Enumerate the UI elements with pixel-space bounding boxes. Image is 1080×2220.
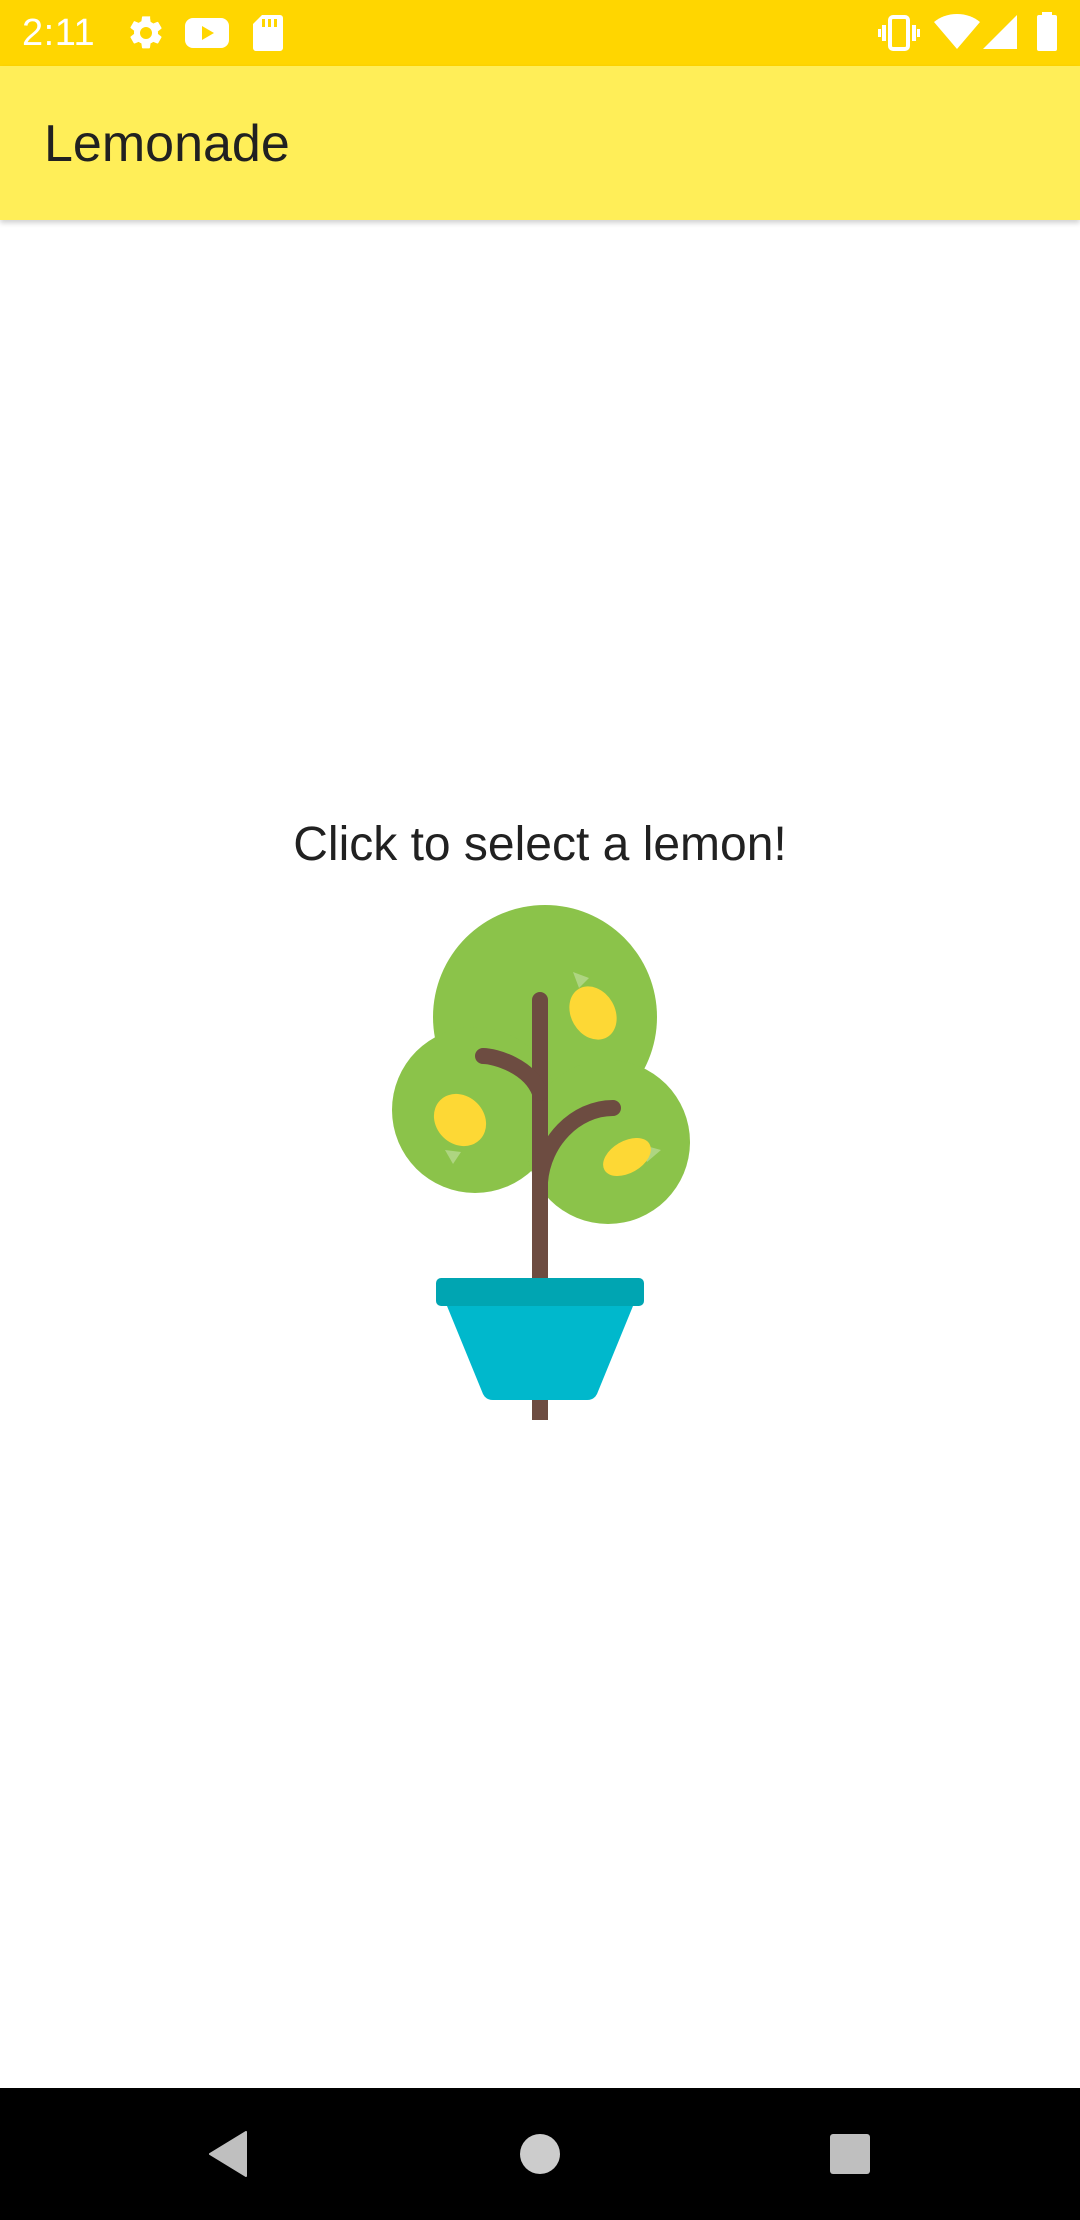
back-icon: [209, 2131, 247, 2177]
sd-card-icon: [252, 14, 284, 56]
lemon-tree-image-button[interactable]: [375, 900, 705, 1420]
lemon-tree-icon: [392, 905, 690, 1420]
navigation-bar: [0, 2088, 1080, 2220]
status-time: 2:11: [22, 12, 96, 54]
home-button[interactable]: [504, 2118, 576, 2190]
back-button[interactable]: [196, 2118, 268, 2190]
main-content: Click to select a lemon!: [0, 220, 1080, 2088]
app-title: Lemonade: [44, 115, 290, 173]
signal-icon: [982, 14, 1018, 56]
youtube-icon: [184, 16, 230, 58]
recents-icon: [830, 2134, 870, 2174]
instruction-text: Click to select a lemon!: [293, 818, 787, 871]
vibrate-icon: [878, 14, 920, 56]
wifi-icon: [934, 14, 980, 56]
screen: 2:11 Lemonade Click to select a lemon!: [0, 0, 1080, 2220]
recents-button[interactable]: [814, 2118, 886, 2190]
home-icon: [520, 2134, 560, 2174]
battery-icon: [1036, 12, 1058, 54]
settings-icon: [126, 12, 166, 54]
status-bar: 2:11: [0, 0, 1080, 66]
app-bar: Lemonade: [0, 66, 1080, 220]
